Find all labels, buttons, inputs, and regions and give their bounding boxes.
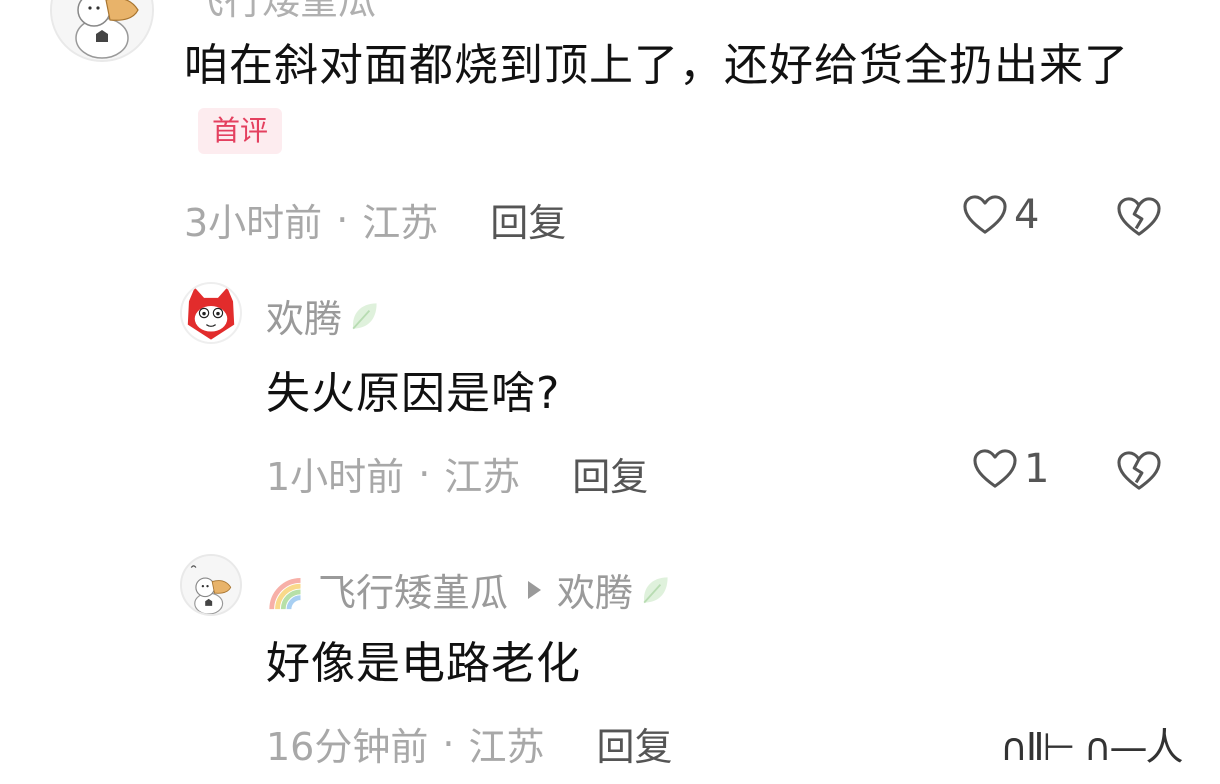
leaf-icon <box>643 576 668 603</box>
reply1-time: 1小时前 <box>266 455 405 499</box>
broken-heart-icon <box>1117 197 1161 236</box>
avatar[interactable] <box>180 282 242 344</box>
watermark-partial-text: ∩Ⅱ⊢ ∩—人 <box>1000 725 1184 769</box>
reply1-text: 失火原因是啥? <box>266 368 561 419</box>
reply2-meta: 16分钟前 · 江苏 回复 <box>266 716 672 771</box>
comment1-text: 咱在斜对面都烧到顶上了，还好给货全扔出来了 <box>184 40 1129 91</box>
comment1-like-button[interactable]: 4 <box>962 192 1039 238</box>
reply2-time: 16分钟前 <box>266 725 429 769</box>
separator-dot: · <box>442 721 455 766</box>
comment1-time: 3小时前 <box>184 201 323 245</box>
fish-cartoon-avatar-icon <box>52 0 152 60</box>
reply1-meta: 1小时前 · 江苏 回复 <box>266 446 648 501</box>
comment1-author-partial: 飞行矮堇瓜 <box>186 0 377 23</box>
reply2-text: 好像是电路老化 <box>266 638 581 689</box>
leaf-icon <box>352 302 377 329</box>
reply2-author-row: 飞行矮堇瓜 欢腾 <box>266 562 673 617</box>
comment1-location: 江苏 <box>362 201 439 245</box>
reply1-like-count: 1 <box>1024 446 1050 492</box>
reply1-author[interactable]: 欢腾 <box>266 288 342 343</box>
comment1-text-block: 咱在斜对面都烧到顶上了，还好给货全扔出来了首评 <box>184 32 1174 168</box>
reply1-author-row: 欢腾 <box>266 288 382 343</box>
separator-dot: · <box>418 451 431 496</box>
rainbow-icon <box>269 577 301 609</box>
comment-thread: 飞行矮堇瓜 咱在斜对面都烧到顶上了，还好给货全扔出来了首评 3小时前 · 江苏 … <box>0 0 1220 784</box>
avatar[interactable] <box>180 554 242 616</box>
reply2-reply-to[interactable]: 欢腾 <box>557 562 633 617</box>
reply2-location: 江苏 <box>468 725 545 769</box>
first-comment-badge: 首评 <box>198 108 283 154</box>
triangle-right-icon <box>528 580 542 599</box>
reply1-location: 江苏 <box>444 455 521 499</box>
comment1-meta: 3小时前 · 江苏 回复 <box>184 192 566 247</box>
reply2-reply-button[interactable]: 回复 <box>596 716 672 771</box>
comment1-like-count: 4 <box>1014 192 1040 238</box>
red-fox-avatar-icon <box>182 284 240 342</box>
reply1-reply-button[interactable]: 回复 <box>572 446 648 501</box>
heart-outline-icon <box>963 195 1007 234</box>
comment1-reply-button[interactable]: 回复 <box>490 192 566 247</box>
fish-cartoon-avatar-icon <box>182 556 240 614</box>
avatar[interactable] <box>50 0 154 62</box>
reply1-dislike-button[interactable] <box>1116 450 1162 496</box>
reply2-author[interactable]: 飞行矮堇瓜 <box>318 562 508 617</box>
broken-heart-icon <box>1117 451 1161 490</box>
reply1-like-button[interactable]: 1 <box>972 446 1049 492</box>
separator-dot: · <box>336 197 349 242</box>
comment1-dislike-button[interactable] <box>1116 196 1162 242</box>
heart-outline-icon <box>973 449 1017 488</box>
